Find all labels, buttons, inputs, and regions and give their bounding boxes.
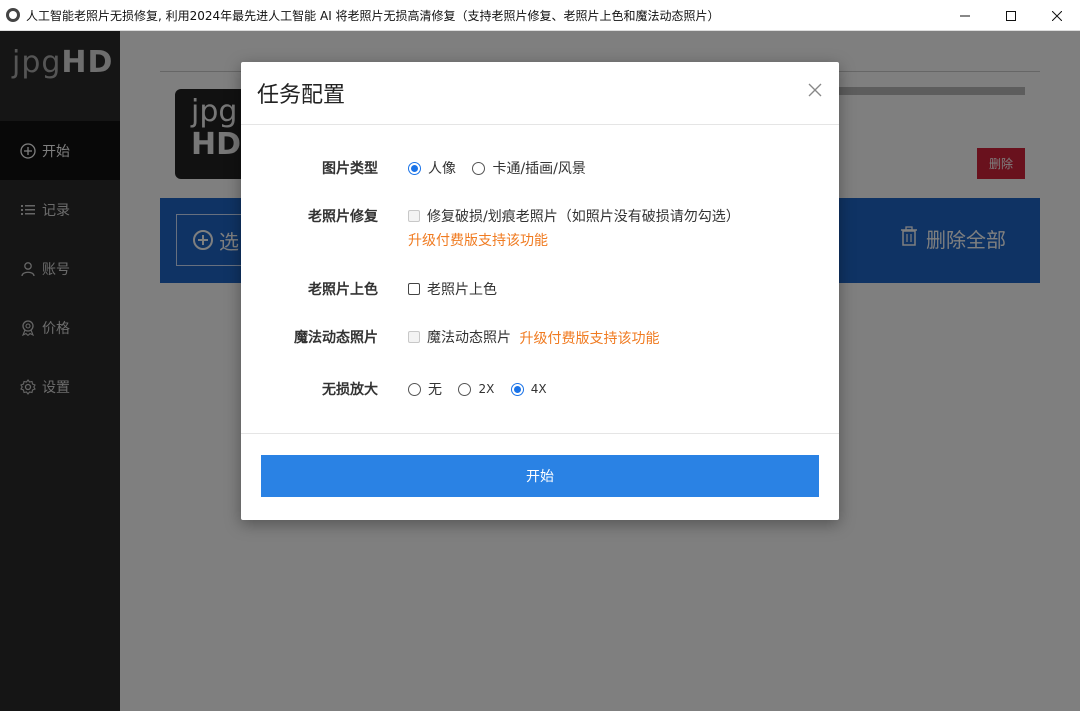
dialog-header: 任务配置 xyxy=(241,62,839,125)
restore-label: 老照片修复 xyxy=(308,209,378,225)
animate-option: 魔法动态照片 xyxy=(408,327,511,347)
app-icon xyxy=(6,8,20,22)
animate-controls: 魔法动态照片 升级付费版支持该功能 xyxy=(408,327,659,348)
start-button[interactable]: 开始 xyxy=(261,455,819,497)
upgrade-note[interactable]: 升级付费版支持该功能 xyxy=(408,230,752,250)
row-upscale: 无损放大 无 2X 4X xyxy=(241,379,839,400)
row-restore: 老照片修复 修复破损/划痕老照片（如照片没有破损请勿勾选） 升级付费版支持该功能 xyxy=(241,206,839,250)
radio-button[interactable] xyxy=(408,161,421,175)
close-dialog-button[interactable] xyxy=(807,82,823,98)
upgrade-note[interactable]: 升级付费版支持该功能 xyxy=(519,331,659,347)
colorize-checkbox[interactable] xyxy=(408,283,420,295)
maximize-icon xyxy=(1006,10,1016,21)
upscale-label: 无损放大 xyxy=(322,382,378,398)
image-type-options: 人像 卡通/插画/风景 xyxy=(408,158,598,179)
animate-label: 魔法动态照片 xyxy=(294,330,378,346)
upscale-options: 无 2X 4X xyxy=(408,379,559,400)
radio-button[interactable] xyxy=(472,161,486,175)
close-window-button[interactable] xyxy=(1034,0,1080,31)
restore-checkbox xyxy=(408,210,420,222)
radio-button[interactable] xyxy=(408,382,421,396)
colorize-controls: 老照片上色 xyxy=(408,279,509,299)
title-bar: 人工智能老照片无损修复, 利用2024年最先进人工智能 AI 将老照片无损高清修… xyxy=(0,0,1080,31)
minimize-button[interactable] xyxy=(942,0,988,31)
task-config-dialog: 任务配置 图片类型 人像 卡通/插画/风景 老照片修复 修复破损/划痕老照片（如… xyxy=(241,62,839,520)
radio-option-4x[interactable]: 4X xyxy=(510,382,547,396)
dialog-title: 任务配置 xyxy=(257,83,346,108)
close-icon xyxy=(808,83,822,97)
restore-option: 修复破损/划痕老照片（如照片没有破损请勿勾选） xyxy=(408,206,740,226)
colorize-label: 老照片上色 xyxy=(308,282,378,298)
radio-option-portrait[interactable]: 人像 xyxy=(408,158,456,178)
minimize-icon xyxy=(960,15,970,16)
radio-option-cartoon[interactable]: 卡通/插画/风景 xyxy=(472,158,586,178)
window-title: 人工智能老照片无损修复, 利用2024年最先进人工智能 AI 将老照片无损高清修… xyxy=(26,8,720,23)
row-colorize: 老照片上色 老照片上色 xyxy=(241,279,839,299)
row-image-type: 图片类型 人像 卡通/插画/风景 xyxy=(241,158,839,179)
radio-option-none[interactable]: 无 xyxy=(408,379,442,399)
animate-checkbox xyxy=(408,331,420,343)
maximize-button[interactable] xyxy=(988,0,1034,31)
dialog-body: 图片类型 人像 卡通/插画/风景 老照片修复 修复破损/划痕老照片（如照片没有破… xyxy=(241,125,839,434)
restore-controls: 修复破损/划痕老照片（如照片没有破损请勿勾选） 升级付费版支持该功能 xyxy=(408,206,752,250)
radio-button[interactable] xyxy=(510,382,524,396)
dialog-footer: 开始 xyxy=(241,433,839,520)
radio-button[interactable] xyxy=(458,382,472,396)
window-controls xyxy=(942,0,1080,31)
radio-option-2x[interactable]: 2X xyxy=(458,382,494,396)
row-animate: 魔法动态照片 魔法动态照片 升级付费版支持该功能 xyxy=(241,327,839,348)
close-icon xyxy=(1052,10,1062,21)
image-type-label: 图片类型 xyxy=(322,161,378,177)
colorize-option[interactable]: 老照片上色 xyxy=(408,279,497,299)
